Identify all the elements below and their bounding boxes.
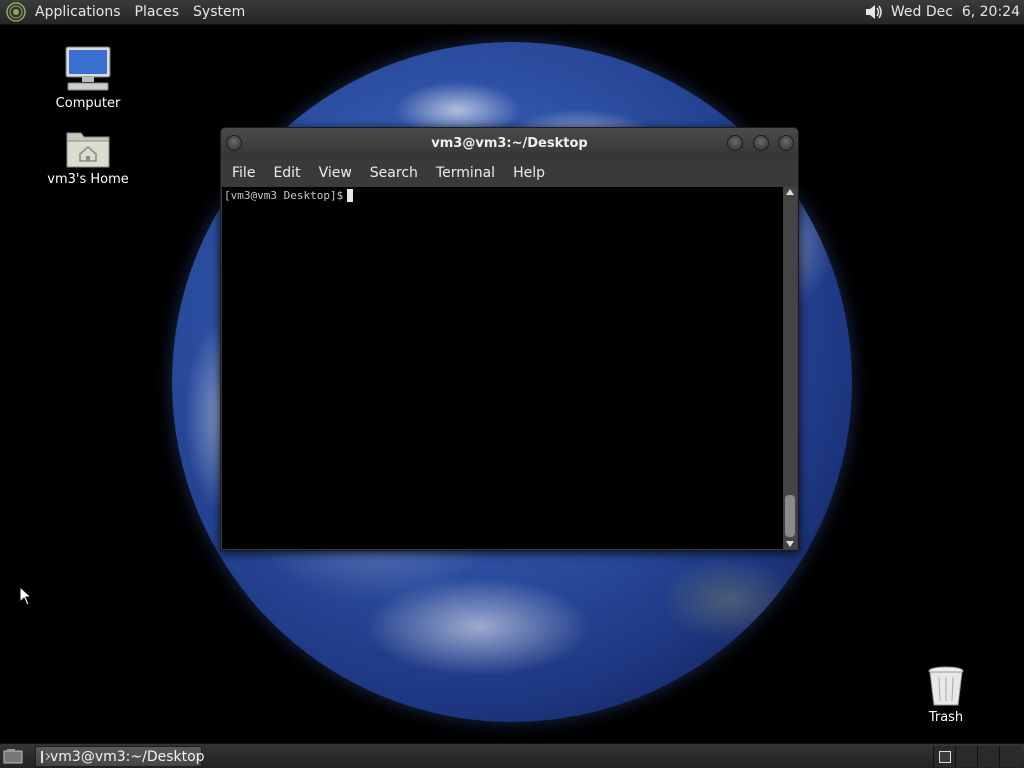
home-label: vm3's Home (47, 172, 129, 187)
trash-icon (928, 666, 964, 706)
bottom-panel: vm3@vm3:~/Desktop (0, 743, 1024, 768)
workspace-3[interactable] (977, 746, 999, 767)
terminal-output[interactable]: [vm3@vm3 Desktop]$ (222, 187, 784, 549)
menu-terminal[interactable]: Terminal (428, 159, 503, 187)
menu-edit[interactable]: Edit (265, 159, 308, 187)
taskbar-label: vm3@vm3:~/Desktop (50, 748, 205, 765)
workspace-2[interactable] (955, 746, 977, 767)
top-panel: Applications Places System Wed Dec 6, 20… (0, 0, 1024, 25)
workspace-1[interactable] (933, 746, 955, 767)
terminal-window[interactable]: vm3@vm3:~/Desktop File Edit View Search … (220, 127, 799, 551)
shell-prompt: [vm3@vm3 Desktop]$ (224, 189, 344, 202)
computer-desktop-icon[interactable]: Computer (38, 45, 138, 111)
clock[interactable]: Wed Dec 6, 20:24 (885, 4, 1020, 20)
terminal-icon (41, 750, 43, 763)
trash-desktop-icon[interactable]: Trash (896, 665, 996, 725)
prompt-line: [vm3@vm3 Desktop]$ (224, 189, 354, 202)
show-desktop-icon[interactable] (3, 748, 23, 765)
menu-file[interactable]: File (224, 159, 263, 187)
home-desktop-icon[interactable]: vm3's Home (38, 127, 138, 187)
gnome-foot-icon[interactable] (5, 1, 27, 23)
home-folder-icon (66, 132, 110, 168)
text-cursor (347, 189, 354, 202)
menu-places[interactable]: Places (128, 0, 187, 25)
window-menu-button[interactable] (226, 135, 242, 151)
computer-icon (65, 46, 111, 91)
speaker-icon[interactable] (863, 2, 885, 22)
maximize-button[interactable] (753, 135, 769, 151)
menu-view[interactable]: View (311, 159, 360, 187)
menu-help[interactable]: Help (505, 159, 553, 187)
computer-label: Computer (55, 96, 121, 111)
scroll-down-arrow-icon[interactable] (786, 541, 794, 547)
desktop[interactable]: Applications Places System Wed Dec 6, 20… (0, 0, 1024, 768)
menu-search[interactable]: Search (362, 159, 426, 187)
window-title: vm3@vm3:~/Desktop (431, 136, 588, 151)
workspace-switcher[interactable] (933, 746, 1024, 767)
taskbar-button-terminal[interactable]: vm3@vm3:~/Desktop (35, 746, 205, 767)
minimize-button[interactable] (727, 135, 743, 151)
scroll-up-arrow-icon[interactable] (786, 189, 794, 195)
close-button[interactable] (778, 135, 794, 151)
menu-system[interactable]: System (186, 0, 252, 25)
top-panel-tray: Wed Dec 6, 20:24 (863, 0, 1024, 25)
window-titlebar[interactable]: vm3@vm3:~/Desktop (221, 128, 798, 159)
trash-label: Trash (928, 710, 964, 725)
workspace-4[interactable] (999, 746, 1021, 767)
terminal-menubar: File Edit View Search Terminal Help (221, 159, 798, 187)
scroll-thumb[interactable] (785, 495, 795, 537)
menu-applications[interactable]: Applications (28, 0, 128, 25)
mouse-pointer-icon (19, 586, 33, 606)
terminal-scrollbar[interactable] (783, 187, 797, 549)
